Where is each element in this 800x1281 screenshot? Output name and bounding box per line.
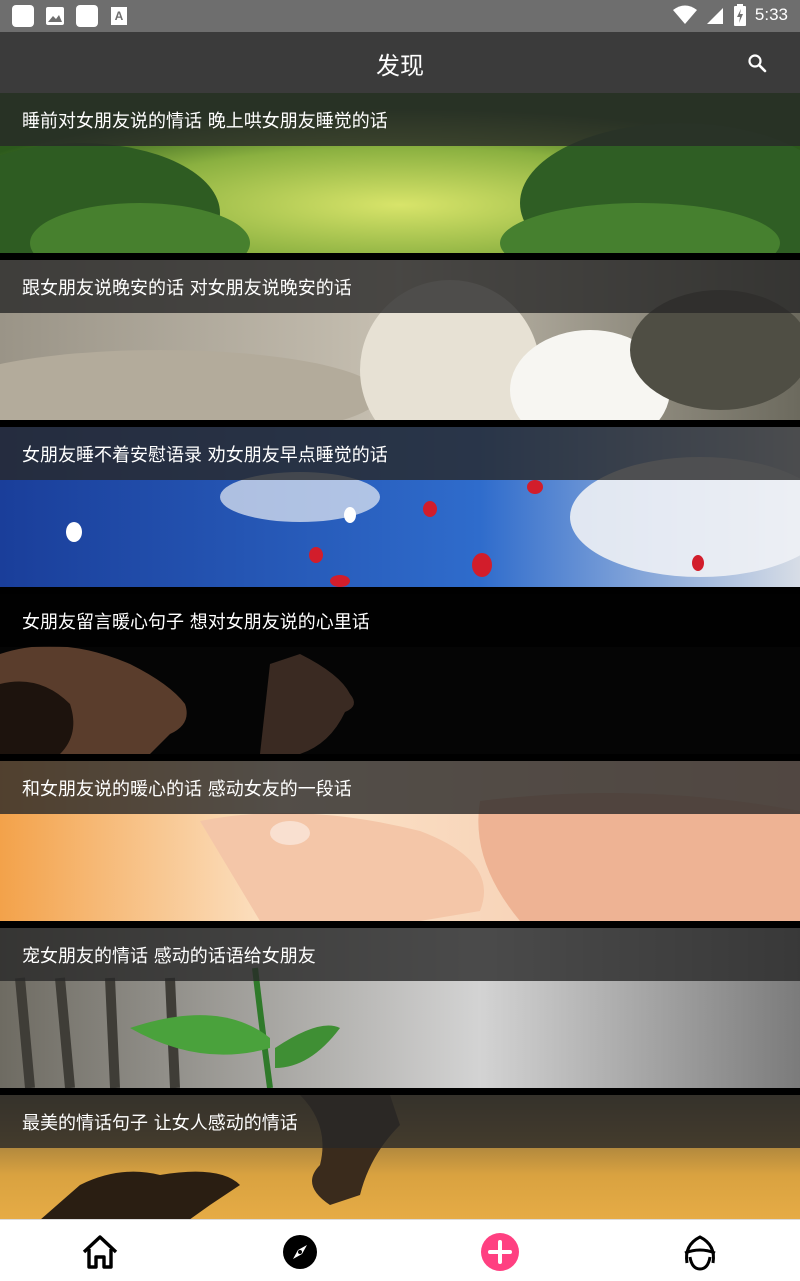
notification-icons: A bbox=[12, 5, 130, 27]
card-caption: 跟女朋友说晚安的话 对女朋友说晚安的话 bbox=[0, 260, 800, 313]
tab-profile[interactable] bbox=[680, 1232, 720, 1272]
card-caption: 女朋友留言暖心句子 想对女朋友说的心里话 bbox=[0, 594, 800, 647]
search-icon[interactable] bbox=[746, 52, 768, 74]
wifi-icon bbox=[672, 5, 697, 24]
svg-text:A: A bbox=[115, 9, 124, 23]
home-icon bbox=[82, 1235, 118, 1269]
card-title: 女朋友留言暖心句子 想对女朋友说的心里话 bbox=[22, 612, 370, 633]
card-title: 最美的情话句子 让女人感动的情话 bbox=[22, 1113, 298, 1134]
feed-card[interactable]: 宠女朋友的情话 感动的话语给女朋友 bbox=[0, 928, 800, 1088]
card-caption: 宠女朋友的情话 感动的话语给女朋友 bbox=[0, 928, 800, 981]
notification-square-icon bbox=[12, 5, 34, 27]
feed-card[interactable]: 和女朋友说的暖心的话 感动女友的一段话 bbox=[0, 761, 800, 921]
add-circle-icon bbox=[481, 1233, 519, 1271]
font-icon: A bbox=[111, 7, 127, 25]
card-caption: 女朋友睡不着安慰语录 劝女朋友早点睡觉的话 bbox=[0, 427, 800, 480]
page-title: 发现 bbox=[376, 52, 424, 80]
profile-avatar-icon bbox=[684, 1235, 716, 1271]
battery-charging-icon bbox=[733, 4, 746, 26]
compass-icon bbox=[283, 1235, 317, 1269]
status-time: 5:33 bbox=[754, 5, 788, 24]
card-title: 跟女朋友说晚安的话 对女朋友说晚安的话 bbox=[22, 278, 352, 299]
card-caption: 睡前对女朋友说的情话 晚上哄女朋友睡觉的话 bbox=[0, 93, 800, 146]
feed-card[interactable]: 女朋友睡不着安慰语录 劝女朋友早点睡觉的话 bbox=[0, 427, 800, 587]
card-caption: 最美的情话句子 让女人感动的情话 bbox=[0, 1095, 800, 1148]
tab-home[interactable] bbox=[80, 1232, 120, 1272]
feed-card[interactable]: 睡前对女朋友说的情话 晚上哄女朋友睡觉的话 bbox=[0, 93, 800, 253]
feed-card[interactable]: 最美的情话句子 让女人感动的情话 bbox=[0, 1095, 800, 1219]
tab-discover[interactable] bbox=[280, 1232, 320, 1272]
card-title: 睡前对女朋友说的情话 晚上哄女朋友睡觉的话 bbox=[22, 111, 388, 132]
tab-add[interactable] bbox=[480, 1232, 520, 1272]
bottom-navigation bbox=[0, 1219, 800, 1281]
card-caption: 和女朋友说的暖心的话 感动女友的一段话 bbox=[0, 761, 800, 814]
signal-icon bbox=[706, 8, 723, 24]
status-bar: A 5:33 bbox=[0, 0, 800, 32]
feed-card[interactable]: 女朋友留言暖心句子 想对女朋友说的心里话 bbox=[0, 594, 800, 754]
card-title: 宠女朋友的情话 感动的话语给女朋友 bbox=[22, 946, 316, 967]
feed-list: 睡前对女朋友说的情话 晚上哄女朋友睡觉的话 跟女朋友说晚安的话 对女朋友说晚安的… bbox=[0, 93, 800, 1219]
card-title: 女朋友睡不着安慰语录 劝女朋友早点睡觉的话 bbox=[22, 445, 388, 466]
card-title: 和女朋友说的暖心的话 感动女友的一段话 bbox=[22, 779, 352, 800]
notification-square-icon bbox=[76, 5, 98, 27]
feed-card[interactable]: 跟女朋友说晚安的话 对女朋友说晚安的话 bbox=[0, 260, 800, 420]
system-status: 5:33 bbox=[672, 4, 788, 26]
image-icon bbox=[46, 7, 64, 25]
app-bar: 发现 bbox=[0, 32, 800, 93]
